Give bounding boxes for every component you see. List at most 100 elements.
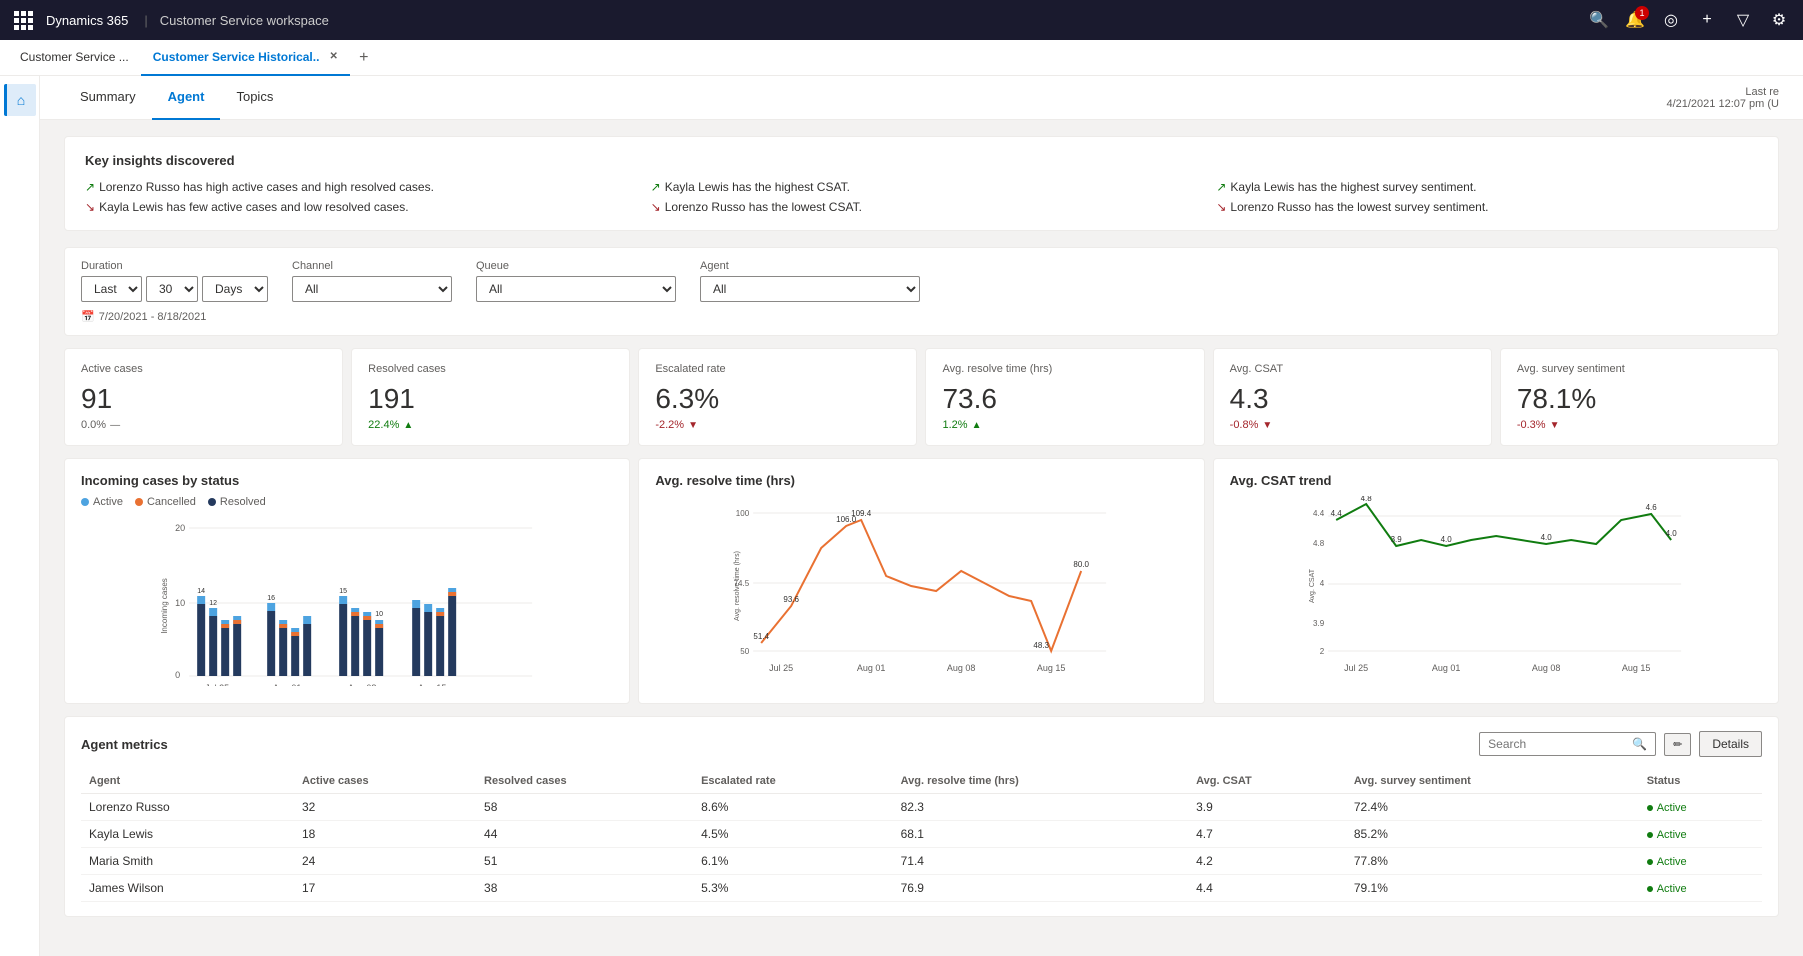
- agent-resolve-time: 68.1: [893, 821, 1189, 848]
- svg-text:Aug 08: Aug 08: [348, 683, 377, 686]
- svg-text:Aug 15: Aug 15: [1037, 663, 1066, 673]
- avg-csat-chart: Avg. CSAT trend 4.4 4.8 4 3.9 2: [1213, 458, 1779, 704]
- agent-escalated: 6.1%: [693, 848, 893, 875]
- agent-name: Maria Smith: [81, 848, 294, 875]
- kpi-escalated-rate-change: -2.2% ▼: [655, 419, 900, 431]
- avg-resolve-chart: Avg. resolve time (hrs) 100 74.5 50: [638, 458, 1204, 704]
- svg-text:Avg. CSAT: Avg. CSAT: [1309, 568, 1316, 603]
- tab-topics-label: Topics: [236, 89, 273, 104]
- agent-metrics-header: Agent metrics 🔍 ✏ Details: [81, 731, 1762, 757]
- insight-text-6: Lorenzo Russo has the lowest survey sent…: [1230, 200, 1488, 214]
- add-btn[interactable]: +: [1691, 4, 1723, 36]
- svg-text:Jul 25: Jul 25: [769, 663, 793, 673]
- waffle-icon: [14, 11, 33, 30]
- svg-text:15: 15: [339, 588, 347, 595]
- tab-agent[interactable]: Agent: [152, 76, 221, 120]
- agent-filter-label: Agent: [700, 260, 920, 272]
- tab-add-btn[interactable]: +: [350, 44, 378, 72]
- kpi-survey-change: -0.3% ▼: [1517, 419, 1762, 431]
- agent-resolve-time: 71.4: [893, 848, 1189, 875]
- agent-escalated: 4.5%: [693, 821, 893, 848]
- incoming-cases-legend: Active Cancelled Resolved: [81, 496, 613, 508]
- insight-text-3: Kayla Lewis has the highest CSAT.: [665, 180, 850, 194]
- filter-icon-btn[interactable]: ▽: [1727, 4, 1759, 36]
- agent-active: 18: [294, 821, 476, 848]
- sidebar: ⌂: [0, 76, 40, 956]
- details-button[interactable]: Details: [1699, 731, 1762, 757]
- agent-select[interactable]: All: [700, 276, 920, 302]
- legend-active: Active: [81, 496, 123, 508]
- legend-cancelled-dot: [135, 498, 143, 506]
- svg-text:4.0: 4.0: [1665, 529, 1677, 538]
- svg-text:4.0: 4.0: [1540, 533, 1552, 542]
- main-layout: ⌂ Summary Agent Topics Last re 4/21/2021…: [0, 76, 1803, 956]
- agent-resolved: 44: [476, 821, 693, 848]
- incoming-cases-chart-area: 20 10 0 Incoming cases: [81, 516, 613, 689]
- agent-name: James Wilson: [81, 875, 294, 902]
- agent-csat: 4.2: [1188, 848, 1346, 875]
- kpi-survey-value: 78.1%: [1517, 383, 1762, 415]
- kpi-resolved-cases-value: 191: [368, 383, 613, 415]
- sidebar-home-btn[interactable]: ⌂: [4, 84, 36, 116]
- agent-table-head: Agent Active cases Resolved cases Escala…: [81, 769, 1762, 794]
- legend-active-label: Active: [93, 496, 123, 508]
- insight-text-5: Kayla Lewis has the highest survey senti…: [1230, 180, 1476, 194]
- agent-csat: 4.7: [1188, 821, 1346, 848]
- avg-resolve-title: Avg. resolve time (hrs): [655, 473, 1187, 488]
- kpi-active-cases-value: 91: [81, 383, 326, 415]
- nav-separator: |: [144, 13, 147, 28]
- agent-status: Active: [1639, 848, 1762, 875]
- agent-name: Kayla Lewis: [81, 821, 294, 848]
- channel-label: Channel: [292, 260, 452, 272]
- filter-channel: Channel All: [292, 260, 452, 302]
- waffle-menu[interactable]: [8, 5, 38, 35]
- svg-text:4.4: 4.4: [1313, 509, 1325, 518]
- tab-historical-label: Customer Service Historical..: [153, 50, 320, 64]
- table-row: Kayla Lewis 18 44 4.5% 68.1 4.7 85.2% Ac…: [81, 821, 1762, 848]
- legend-resolved-dot: [208, 498, 216, 506]
- agent-search-box[interactable]: 🔍: [1479, 732, 1656, 756]
- filter-duration: Duration Last 30 Days: [81, 260, 268, 302]
- svg-text:Aug 08: Aug 08: [947, 663, 976, 673]
- tab-historical[interactable]: Customer Service Historical.. ✕: [141, 40, 350, 76]
- kpi-avg-csat-change: -0.8% ▼: [1230, 419, 1475, 431]
- svg-text:15: 15: [448, 580, 456, 587]
- search-icon-btn[interactable]: 🔍: [1583, 4, 1615, 36]
- notifications-btn[interactable]: 🔔1: [1619, 4, 1651, 36]
- duration-unit-select[interactable]: Days: [202, 276, 268, 302]
- kpi-survey-change-val: -0.3%: [1517, 419, 1546, 431]
- agent-search-input[interactable]: [1488, 737, 1628, 751]
- incoming-cases-title: Incoming cases by status: [81, 473, 613, 488]
- tab-bar: Customer Service ... Customer Service Hi…: [0, 40, 1803, 76]
- legend-active-dot: [81, 498, 89, 506]
- agent-csat: 4.4: [1188, 875, 1346, 902]
- tab-customer-service[interactable]: Customer Service ...: [8, 40, 141, 76]
- avg-csat-svg: 4.4 4.8 4 3.9 2 Avg. CSAT: [1230, 496, 1762, 681]
- col-active-cases: Active cases: [294, 769, 476, 794]
- tab-close-icon[interactable]: ✕: [329, 51, 337, 62]
- settings-icon-btn[interactable]: ⚙: [1763, 4, 1795, 36]
- queue-select[interactable]: All: [476, 276, 676, 302]
- kpi-row: Active cases 91 0.0% — Resolved cases 19…: [64, 348, 1779, 446]
- svg-text:4.0: 4.0: [1440, 535, 1452, 544]
- channel-select[interactable]: All: [292, 276, 452, 302]
- duration-value-select[interactable]: 30: [146, 276, 198, 302]
- agent-metrics-controls: 🔍 ✏ Details: [1479, 731, 1762, 757]
- duration-type-select[interactable]: Last: [81, 276, 142, 302]
- tab-topics[interactable]: Topics: [220, 76, 289, 120]
- kpi-avg-resolve-arrow: ▲: [972, 420, 982, 431]
- kpi-resolved-cases-change: 22.4% ▲: [368, 419, 613, 431]
- tab-summary[interactable]: Summary: [64, 76, 152, 120]
- edit-columns-btn[interactable]: ✏: [1664, 733, 1691, 756]
- kpi-active-cases-change-val: 0.0%: [81, 419, 106, 431]
- insight-item-5: Kayla Lewis has the highest survey senti…: [1216, 180, 1758, 194]
- svg-text:0: 0: [175, 670, 180, 680]
- agent-escalated: 5.3%: [693, 875, 893, 902]
- agent-active: 17: [294, 875, 476, 902]
- svg-text:Jul 25: Jul 25: [205, 683, 229, 686]
- kpi-survey-arrow: ▼: [1550, 420, 1560, 431]
- kpi-avg-csat-value: 4.3: [1230, 383, 1475, 415]
- kpi-active-cases-change: 0.0% —: [81, 419, 326, 431]
- nav-icons: 🔍 🔔1 ◎ + ▽ ⚙: [1583, 4, 1795, 36]
- target-icon-btn[interactable]: ◎: [1655, 4, 1687, 36]
